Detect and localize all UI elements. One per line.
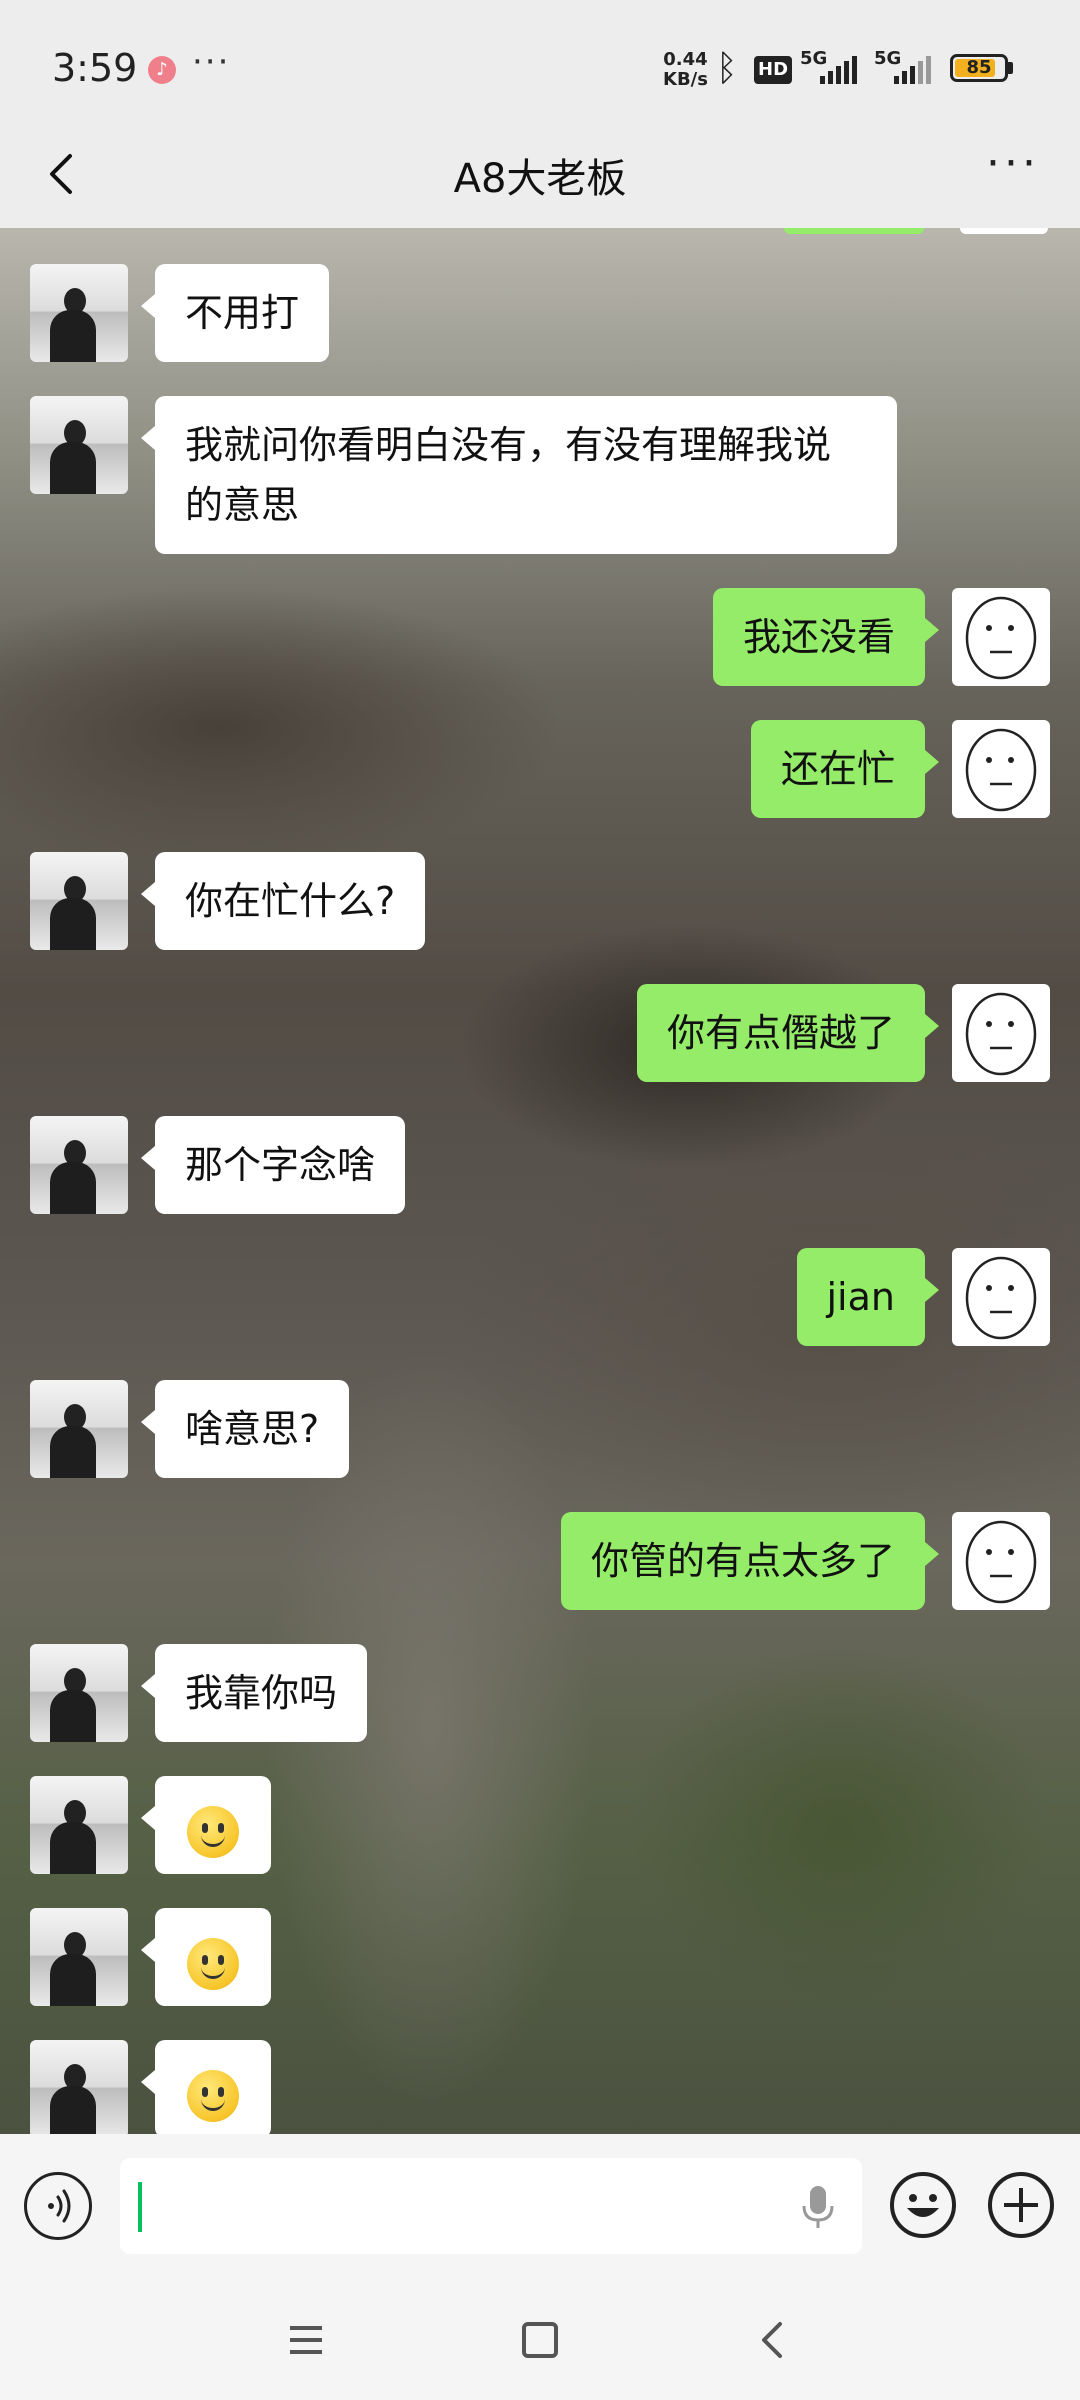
contact-avatar[interactable] [30, 1116, 128, 1214]
contact-avatar[interactable] [30, 2040, 128, 2134]
sent-message-bubble[interactable]: 你有点僭越了 [636, 984, 940, 1082]
smile-emoji-icon [187, 1805, 239, 1858]
my-avatar[interactable] [952, 588, 1050, 686]
signal-strength-2-icon: 5G [874, 48, 938, 86]
sent-message-bubble[interactable]: 你管的有点太多了 [560, 1512, 940, 1610]
my-avatar[interactable] [952, 984, 1050, 1082]
signal-strength-1-icon: 5G [800, 48, 864, 86]
status-time: 3:59 [52, 46, 138, 90]
home-button[interactable] [510, 2310, 570, 2370]
contact-avatar[interactable] [30, 852, 128, 950]
more-options-button[interactable]: ··· [986, 138, 1040, 189]
chat-message-list[interactable]: 不用打 我就问你看明白没有，有没有理解我说的意思 我还没看 还在忙 你在忙什么?… [0, 228, 1080, 2134]
received-message-bubble[interactable]: 我靠你吗 [140, 1644, 368, 1742]
received-emoji-bubble[interactable] [141, 2040, 271, 2134]
smile-emoji-icon [187, 1937, 239, 1990]
my-avatar[interactable] [952, 1248, 1050, 1346]
network-speed: 0.44 KB/s [663, 50, 708, 90]
received-emoji-bubble[interactable] [141, 1908, 271, 2006]
sent-message-bubble[interactable]: jian [796, 1248, 939, 1346]
voice-wave-icon [48, 2189, 71, 2223]
my-avatar[interactable] [952, 1512, 1050, 1610]
bluetooth-icon: ᛒ [716, 48, 738, 89]
message-input[interactable] [120, 2158, 862, 2254]
recent-apps-button[interactable] [276, 2310, 336, 2370]
square-icon [522, 2322, 558, 2358]
emoji-face-icon [890, 2172, 956, 2238]
contact-avatar[interactable] [30, 1776, 128, 1874]
network-speed-unit: KB/s [663, 69, 708, 90]
received-message-bubble[interactable]: 你在忙什么? [140, 852, 426, 950]
received-message-bubble[interactable]: 不用打 [140, 264, 330, 362]
system-navigation-bar [0, 2280, 1080, 2400]
network-speed-value: 0.44 [663, 49, 708, 70]
contact-avatar[interactable] [30, 396, 128, 494]
received-emoji-bubble[interactable] [141, 1776, 271, 1874]
contact-avatar[interactable] [30, 1644, 128, 1742]
menu-icon [290, 2326, 322, 2354]
more-notifications-icon: ··· [192, 42, 231, 82]
contact-avatar[interactable] [30, 264, 128, 362]
plus-icon [988, 2172, 1054, 2238]
chat-header: A8大老板 ··· [0, 118, 1080, 228]
hd-badge: HD [754, 56, 793, 84]
received-message-bubble[interactable]: 啥意思? [140, 1380, 350, 1478]
input-bar [0, 2134, 1080, 2280]
contact-avatar[interactable] [30, 1908, 128, 2006]
music-notification-icon: ♪ [148, 56, 176, 84]
smile-emoji-icon [187, 2069, 239, 2122]
text-cursor [138, 2182, 142, 2232]
sent-message-bubble[interactable]: 还在忙 [750, 720, 940, 818]
microphone-icon[interactable] [798, 2182, 838, 2232]
status-bar: 3:59 ♪ ··· 0.44 KB/s ᛒ HD 5G 5G 85 [0, 0, 1080, 135]
contact-avatar[interactable] [30, 1380, 128, 1478]
voice-input-button[interactable] [24, 2172, 92, 2240]
battery-icon: 85 [950, 54, 1008, 82]
system-back-button[interactable] [744, 2310, 804, 2370]
sent-message-bubble[interactable]: 我还没看 [712, 588, 940, 686]
chat-title: A8大老板 [453, 156, 627, 202]
chevron-left-icon [762, 2322, 782, 2358]
emoji-button[interactable] [888, 2170, 958, 2240]
received-message-bubble[interactable]: 我就问你看明白没有，有没有理解我说的意思 [141, 396, 897, 554]
my-avatar[interactable] [952, 720, 1050, 818]
received-message-bubble[interactable]: 那个字念啥 [140, 1116, 406, 1214]
battery-level: 85 [966, 57, 992, 78]
more-functions-button[interactable] [986, 2170, 1056, 2240]
